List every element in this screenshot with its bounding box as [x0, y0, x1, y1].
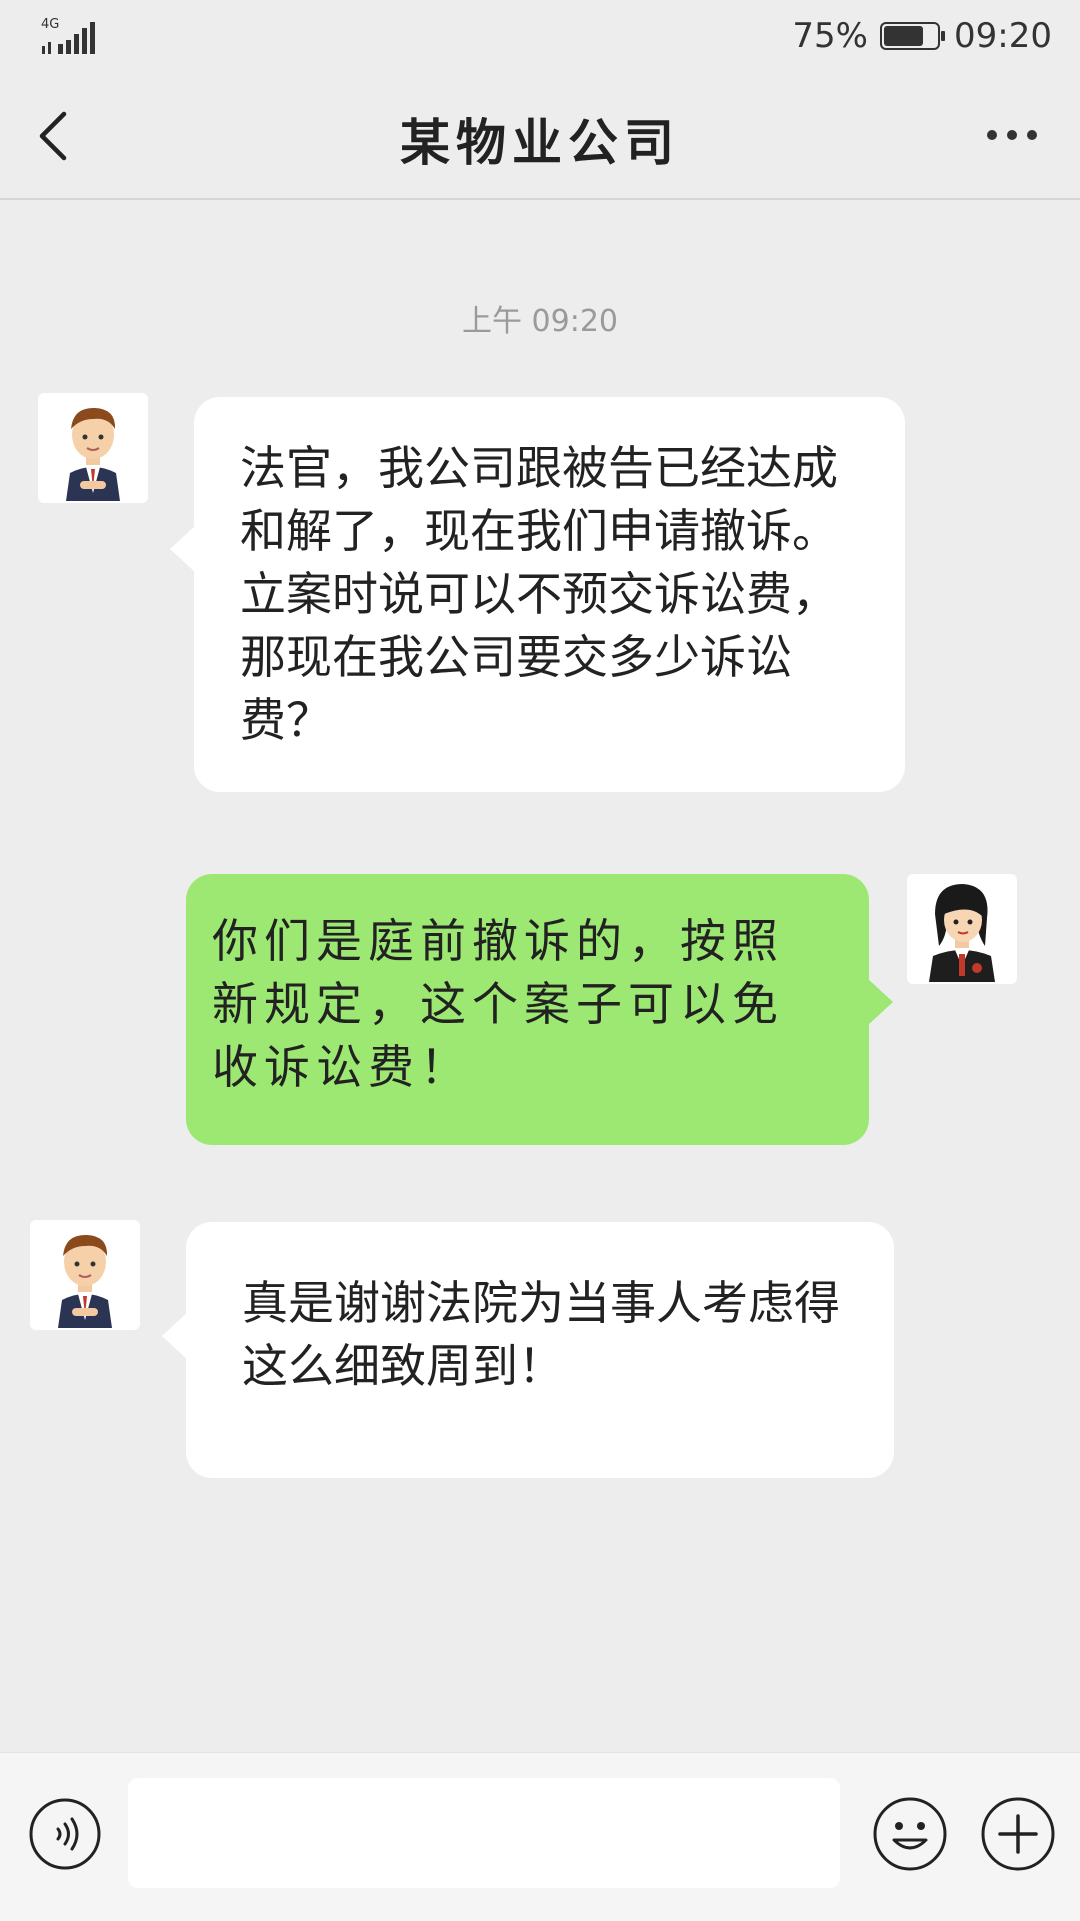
message-input[interactable]	[128, 1778, 840, 1888]
chat-header: 某物业公司	[0, 75, 1080, 200]
chat-timestamp: 上午 09:20	[462, 304, 618, 339]
battery-percent: 75%	[792, 16, 868, 56]
judge-avatar[interactable]	[907, 874, 1017, 984]
message-bubble-sent[interactable]: 你们是庭前撤诉的，按照新规定，这个案子可以免收诉讼费！	[186, 874, 893, 1145]
judge-avatar-icon	[929, 884, 995, 982]
input-bar	[0, 1752, 1080, 1921]
chat-title: 某物业公司	[400, 114, 680, 172]
businessman-avatar-icon	[66, 407, 120, 501]
status-time: 09:20	[954, 16, 1052, 56]
more-dots-icon[interactable]	[984, 127, 1040, 143]
plus-icon[interactable]	[980, 1796, 1056, 1872]
message-text: 法官，我公司跟被告已经达成和解了，现在我们申请撤诉。立案时说可以不预交诉讼费，那…	[240, 441, 838, 747]
businessman-avatar[interactable]	[30, 1220, 140, 1330]
message-bubble-received[interactable]: 真是谢谢法院为当事人考虑得这么细致周到！	[162, 1222, 894, 1478]
battery-icon	[880, 22, 945, 50]
signal-strength-icon	[42, 22, 95, 54]
voice-icon[interactable]	[28, 1797, 102, 1871]
message-bubble-received[interactable]: 法官，我公司跟被告已经达成和解了，现在我们申请撤诉。立案时说可以不预交诉讼费，那…	[170, 397, 905, 792]
message-text: 你们是庭前撤诉的，按照新规定，这个案子可以免收诉讼费！	[212, 914, 784, 1094]
emoji-icon[interactable]	[872, 1796, 948, 1872]
businessman-avatar-icon	[58, 1234, 112, 1328]
status-bar: 4G 75% 09:20	[0, 0, 1080, 75]
message-text: 真是谢谢法院为当事人考虑得这么细致周到！	[242, 1276, 840, 1393]
businessman-avatar[interactable]	[38, 393, 148, 503]
